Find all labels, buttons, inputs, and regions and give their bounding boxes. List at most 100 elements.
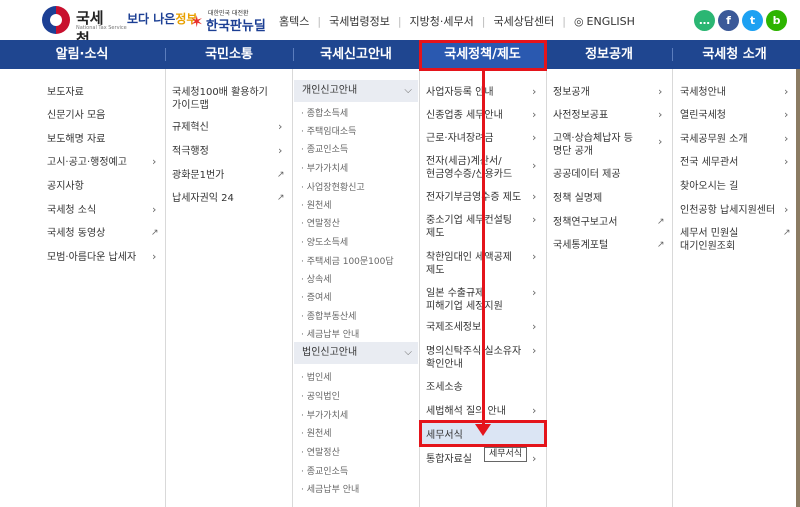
annotation-arrow <box>482 71 485 431</box>
column-divider <box>546 69 547 507</box>
menu-item[interactable]: 세법해석 질의 안내 <box>426 405 506 418</box>
menu-item[interactable]: 열린국세청 <box>680 109 726 122</box>
menu-item[interactable]: 착한임대인 세액공제 제도 <box>426 251 534 277</box>
menu-item[interactable]: 고시·공고·행정예고 <box>47 156 127 169</box>
chevron-right-icon: › <box>532 213 537 226</box>
menu-item[interactable]: 정책 실명제 <box>553 192 602 205</box>
submenu-item[interactable]: · 원천세 <box>301 198 332 211</box>
talk-icon[interactable]: … <box>694 10 715 31</box>
menu-item[interactable]: 인천공항 납세지원센터 <box>680 204 775 217</box>
column-divider <box>292 69 293 507</box>
menu-item[interactable]: 신종업종 세무안내 <box>426 109 503 122</box>
submenu-item[interactable]: · 부가가치세 <box>301 161 348 174</box>
link-tax-center[interactable]: 국세상담센터 <box>493 13 554 29</box>
menu-item-tax-forms[interactable]: 세무서식 <box>426 429 463 442</box>
menu-item[interactable]: 공공데이터 제공 <box>553 168 621 181</box>
divider: | <box>481 14 486 28</box>
submenu-item[interactable]: · 주택임대소득 <box>301 124 356 137</box>
facebook-icon[interactable]: f <box>718 10 739 31</box>
submenu-item[interactable]: · 연말정산 <box>301 216 340 229</box>
menu-item[interactable]: 정책연구보고서 <box>553 216 617 229</box>
menu-item[interactable]: 전자기부금영수증 제도 <box>426 191 521 204</box>
chevron-right-icon: › <box>658 85 663 98</box>
menu-item[interactable]: 정보공개 <box>553 86 590 99</box>
link-regional-offices[interactable]: 지방청·세무서 <box>410 13 474 29</box>
menu-item[interactable]: 공지사항 <box>47 180 84 193</box>
menu-item[interactable]: 신문기사 모음 <box>47 109 105 122</box>
menu-item[interactable]: 규제혁신 <box>172 121 209 134</box>
menu-item[interactable]: 고액·상습체납자 등 명단 공개 <box>553 132 661 158</box>
menu-item[interactable]: 보도해명 자료 <box>47 133 105 146</box>
submenu-item[interactable]: · 종교인소득 <box>301 464 348 477</box>
menu-item[interactable]: 중소기업 세무컨설팅 제도 <box>426 214 534 240</box>
menu-item[interactable]: 국세청 동영상 <box>47 227 105 240</box>
menu-item[interactable]: 조세소송 <box>426 381 463 394</box>
nav-communication[interactable]: 국민소통 <box>166 40 292 69</box>
menu-item[interactable]: 전국 세무관서 <box>680 156 738 169</box>
chevron-right-icon: › <box>532 190 537 203</box>
submenu-item[interactable]: · 양도소득세 <box>301 235 348 248</box>
submenu-item[interactable]: · 주택세금 100문100답 <box>301 254 394 267</box>
nav-tax-policy[interactable]: 국세정책/제도 <box>419 40 546 69</box>
link-tax-law[interactable]: 국세법령정보 <box>329 13 390 29</box>
menu-item[interactable]: 광화문1번가 <box>172 169 224 182</box>
submenu-item[interactable]: · 공익법인 <box>301 389 340 402</box>
chevron-right-icon: › <box>784 203 789 216</box>
menu-item[interactable]: 국세공무원 소개 <box>680 133 748 146</box>
menu-item[interactable]: 국제조세정보 <box>426 321 481 334</box>
submenu-item[interactable]: · 법인세 <box>301 370 332 383</box>
chevron-right-icon: › <box>784 155 789 168</box>
logo-subtitle: National Tax Service <box>76 25 127 31</box>
menu-item[interactable]: 국세청 소식 <box>47 204 96 217</box>
submenu-header-personal[interactable]: 개인신고안내 ⌵ <box>294 80 418 102</box>
submenu-item[interactable]: · 종교인소득 <box>301 142 348 155</box>
submenu-item[interactable]: · 부가가치세 <box>301 408 348 421</box>
submenu-item[interactable]: · 세금납부 안내 <box>301 482 359 495</box>
menu-item[interactable]: 세무서 민원실 대기인원조회 <box>680 227 780 253</box>
nav-tax-filing[interactable]: 국세신고안내 <box>294 40 418 69</box>
blog-icon[interactable]: b <box>766 10 787 31</box>
nav-news[interactable]: 알림·소식 <box>0 40 164 69</box>
submenu-item[interactable]: · 사업장현황신고 <box>301 180 365 193</box>
menu-item[interactable]: 국세청안내 <box>680 86 726 99</box>
nav-about[interactable]: 국세청 소개 <box>673 40 796 69</box>
chevron-right-icon: › <box>532 404 537 417</box>
chevron-down-icon: ⌵ <box>404 347 412 358</box>
menu-item[interactable]: 전자(세금)계산서/ 현금영수증/신용카드 <box>426 155 534 181</box>
chevron-right-icon: › <box>532 85 537 98</box>
external-link-icon: ↗ <box>277 170 285 180</box>
submenu-item[interactable]: · 상속세 <box>301 272 332 285</box>
menu-item[interactable]: 사전정보공표 <box>553 109 608 122</box>
menu-item[interactable]: 납세자권익 24 <box>172 192 234 205</box>
chevron-right-icon: › <box>152 155 157 168</box>
menu-item[interactable]: 국세통계포털 <box>553 239 608 252</box>
divider: | <box>317 14 322 28</box>
menu-item[interactable]: 찾아오시는 길 <box>680 180 738 193</box>
chevron-right-icon: › <box>532 108 537 121</box>
menu-item[interactable]: 적극행정 <box>172 145 209 158</box>
submenu-item[interactable]: · 원천세 <box>301 426 332 439</box>
submenu-header-label: 법인신고안내 <box>302 347 358 358</box>
submenu-header-corporate[interactable]: 법인신고안내 ⌵ <box>294 342 418 364</box>
nav-disclosure[interactable]: 정보공개 <box>547 40 671 69</box>
government-slogan[interactable]: 보다 나은정부 <box>127 10 197 27</box>
twitter-icon[interactable]: t <box>742 10 763 31</box>
new-deal-title: 한국판뉴딜 <box>206 19 266 34</box>
menu-item[interactable]: 모범·아름다운 납세자 <box>47 251 136 264</box>
link-hometax[interactable]: 홈텍스 <box>279 13 309 29</box>
nts-logo[interactable]: 국세청 National Tax Service <box>42 6 127 48</box>
menu-item[interactable]: 일본 수출규제 피해기업 세정지원 <box>426 287 534 313</box>
menu-item[interactable]: 통합자료실 <box>426 453 472 466</box>
submenu-item[interactable]: · 종합소득세 <box>301 106 348 119</box>
submenu-item[interactable]: · 종합부동산세 <box>301 309 356 322</box>
menu-item[interactable]: 국세청100배 활용하기 가이드맵 <box>172 86 284 112</box>
chevron-right-icon: › <box>532 344 537 357</box>
submenu-item[interactable]: · 연말정산 <box>301 445 340 458</box>
chevron-right-icon: › <box>532 131 537 144</box>
slogan-part-a: 보다 나은 <box>127 12 176 26</box>
menu-item[interactable]: 명의신탁주식 실소유자 확인안내 <box>426 345 534 371</box>
submenu-item[interactable]: · 세금납부 안내 <box>301 327 359 340</box>
link-english[interactable]: ENGLISH <box>587 15 635 28</box>
menu-item[interactable]: 보도자료 <box>47 86 84 99</box>
submenu-item[interactable]: · 증여세 <box>301 290 332 303</box>
